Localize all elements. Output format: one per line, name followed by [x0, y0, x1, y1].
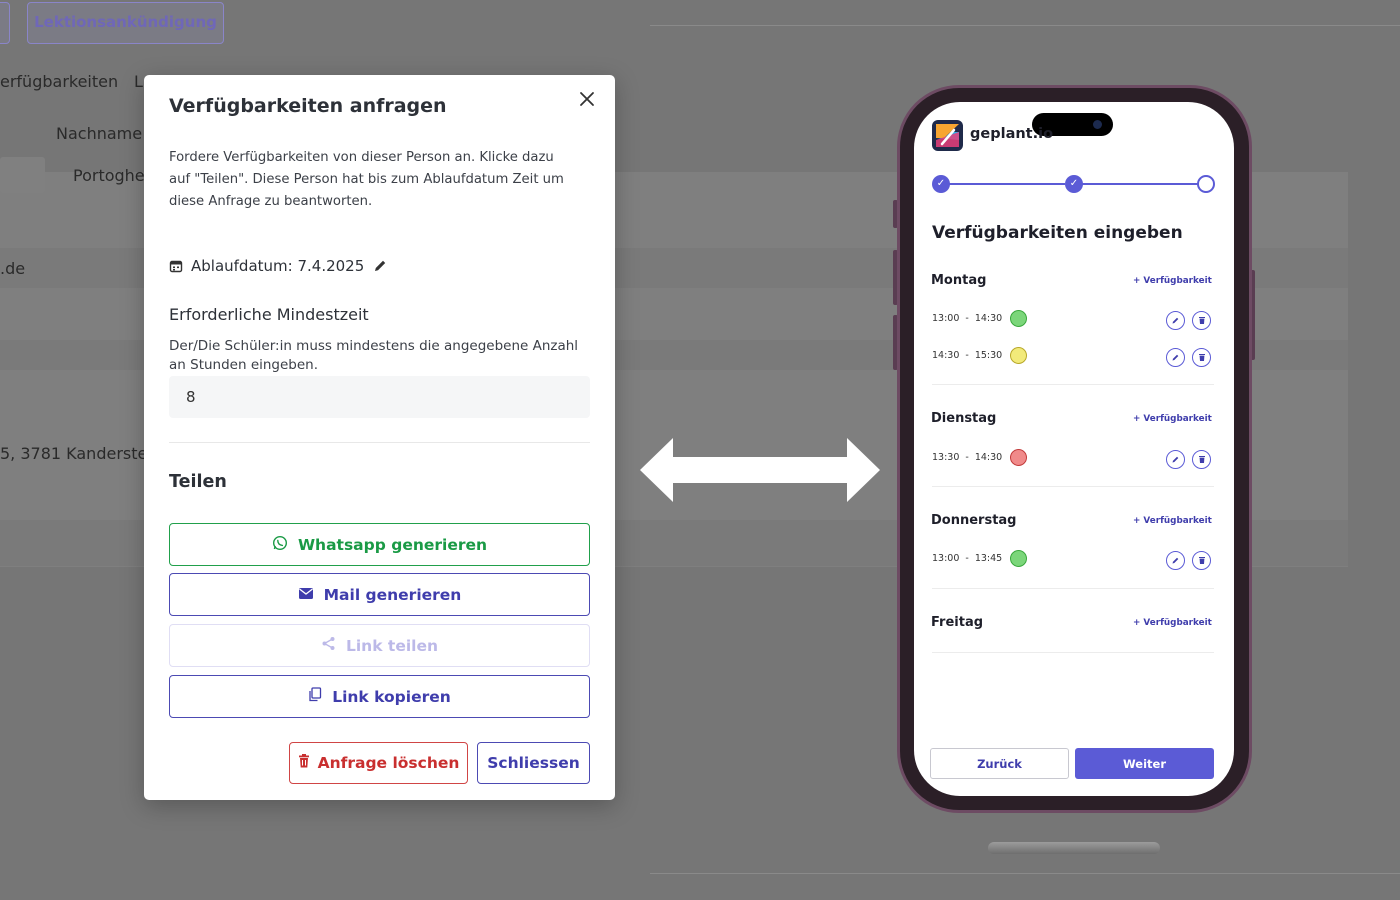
time-slot: 13:30 - 14:30	[932, 449, 1028, 466]
link-share-button-label: Link teilen	[345, 636, 439, 655]
request-availability-dialog: Verfügbarkeiten anfragen Fordere Verfügb…	[144, 75, 615, 800]
delete-slot-button[interactable]	[1192, 311, 1211, 330]
mail-generate-button[interactable]: Mail generieren	[169, 573, 590, 616]
day-label-monday: Montag	[931, 273, 987, 288]
sad-face-icon	[1010, 449, 1028, 466]
phone-page-title: Verfügbarkeiten eingeben	[932, 223, 1183, 243]
slot-from: 13:30	[932, 452, 960, 463]
step-1-check-icon: ✓	[932, 175, 950, 193]
dialog-title: Verfügbarkeiten anfragen	[169, 95, 447, 117]
mail-button-label: Mail generieren	[323, 585, 462, 604]
day-divider	[932, 384, 1214, 385]
dialog-description: Fordere Verfügbarkeiten von dieser Perso…	[169, 150, 564, 209]
add-availability-friday-button[interactable]: + Verfügbarkeit	[1133, 618, 1212, 628]
mail-icon	[298, 586, 314, 604]
slot-separator: -	[965, 452, 969, 463]
add-availability-monday-button[interactable]: + Verfügbarkeit	[1133, 276, 1212, 286]
back-button[interactable]: Zurück	[930, 748, 1069, 779]
share-icon	[321, 636, 336, 655]
trash-icon	[298, 754, 310, 772]
copy-icon	[308, 687, 322, 706]
background-cell-email: .de	[0, 259, 26, 278]
delete-request-label: Anfrage löschen	[317, 754, 460, 772]
edit-slot-button[interactable]	[1166, 450, 1185, 469]
link-copy-button-label: Link kopieren	[332, 687, 451, 706]
add-availability-tuesday-button[interactable]: + Verfügbarkeit	[1133, 414, 1212, 424]
day-label-friday: Freitag	[931, 615, 984, 630]
day-divider	[932, 486, 1214, 487]
background-announcement-button: Lektionsankündigung	[27, 2, 224, 44]
link-copy-button[interactable]: Link kopieren	[169, 675, 590, 718]
time-slot: 14:30 - 15:30	[932, 347, 1028, 364]
slot-to: 13:45	[974, 553, 1003, 564]
edit-pencil-icon[interactable]	[372, 258, 388, 274]
slot-to: 14:30	[974, 313, 1003, 324]
slot-from: 14:30	[932, 350, 960, 361]
min-time-input[interactable]	[169, 376, 590, 418]
background-cell-address: 5, 3781 Kandersteg	[0, 444, 158, 463]
calendar-icon	[169, 259, 183, 273]
delete-slot-button[interactable]	[1192, 450, 1211, 469]
day-label-thursday: Donnerstag	[931, 513, 1017, 528]
geplant-logo-icon	[932, 120, 963, 151]
day-divider	[932, 652, 1214, 653]
day-label-tuesday: Dienstag	[931, 411, 997, 426]
slot-from: 13:00	[932, 313, 960, 324]
background-cell	[0, 157, 45, 193]
slot-separator: -	[965, 553, 969, 564]
camera-icon	[1093, 120, 1102, 129]
stepper-line	[1082, 183, 1198, 185]
whatsapp-icon	[272, 535, 288, 555]
expiry-date-row: Ablaufdatum: 7.4.2025	[169, 257, 388, 275]
phone-stand	[988, 842, 1160, 854]
background-tab-availability: erfügbarkeiten	[0, 72, 119, 91]
slot-separator: -	[965, 350, 969, 361]
slot-separator: -	[965, 313, 969, 324]
edit-slot-button[interactable]	[1166, 551, 1185, 570]
double-arrow-icon	[640, 438, 880, 502]
delete-slot-button[interactable]	[1192, 348, 1211, 367]
happy-face-icon	[1010, 550, 1028, 567]
background-cell-lastname: Portoghes	[73, 166, 153, 185]
time-slot: 13:00 - 13:45	[932, 550, 1028, 567]
link-share-button[interactable]: Link teilen	[169, 624, 590, 667]
slot-to: 15:30	[974, 350, 1003, 361]
neutral-face-icon	[1010, 347, 1028, 364]
section-divider	[169, 442, 590, 443]
min-time-title: Erforderliche Mindestzeit	[169, 305, 369, 324]
time-slot: 13:00 - 14:30	[932, 310, 1028, 327]
close-icon[interactable]	[577, 90, 597, 110]
brand-name: geplant.io	[970, 126, 1054, 142]
add-availability-thursday-button[interactable]: + Verfügbarkeit	[1133, 516, 1212, 526]
background-divider	[650, 873, 1400, 874]
stepper-line	[949, 183, 1065, 185]
step-3-indicator	[1197, 175, 1215, 193]
close-dialog-button[interactable]: Schliessen	[477, 742, 590, 784]
edit-slot-button[interactable]	[1166, 311, 1185, 330]
edit-slot-button[interactable]	[1166, 348, 1185, 367]
happy-face-icon	[1010, 310, 1028, 327]
next-button[interactable]: Weiter	[1075, 748, 1214, 779]
background-tab-lessons: L	[134, 72, 143, 91]
background-column-lastname: Nachname	[56, 124, 143, 143]
whatsapp-generate-button[interactable]: Whatsapp generieren	[169, 523, 590, 566]
step-2-check-icon: ✓	[1065, 175, 1083, 193]
delete-slot-button[interactable]	[1192, 551, 1211, 570]
whatsapp-button-label: Whatsapp generieren	[297, 535, 488, 554]
expiry-date-label: Ablaufdatum: 7.4.2025	[191, 257, 365, 275]
background-button	[0, 2, 10, 44]
slot-from: 13:00	[932, 553, 960, 564]
slot-to: 14:30	[974, 452, 1003, 463]
day-divider	[932, 588, 1214, 589]
share-title: Teilen	[169, 472, 227, 492]
min-time-description: Der/Die Schüler:in muss mindestens die a…	[169, 338, 579, 373]
background-divider	[650, 25, 1400, 26]
delete-request-button[interactable]: Anfrage löschen	[289, 742, 468, 784]
